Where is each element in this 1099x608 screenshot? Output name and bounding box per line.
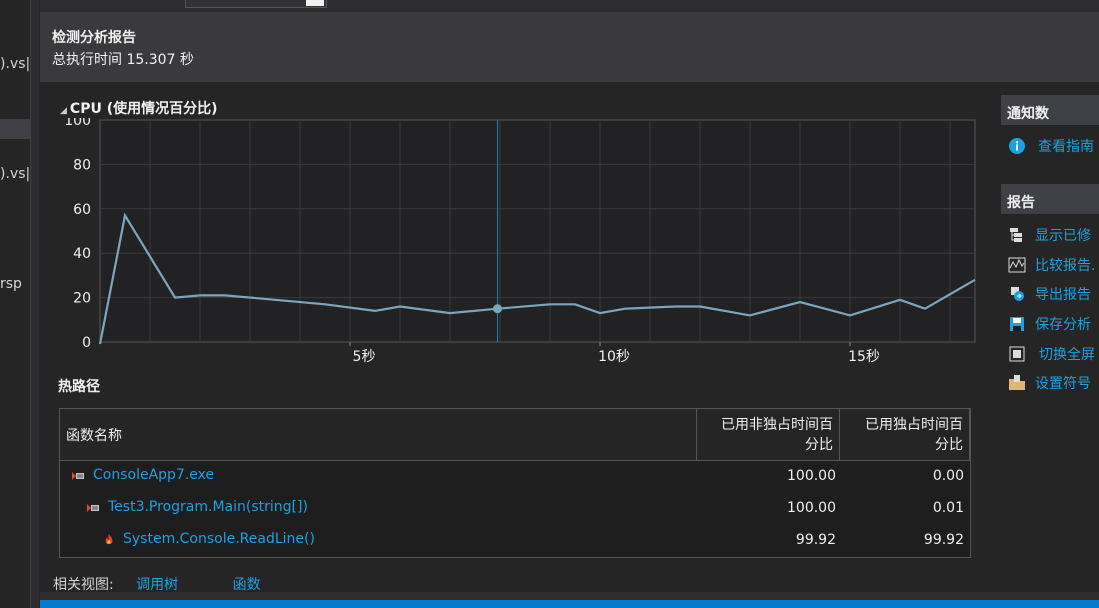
notifications-header[interactable]: 通知数 bbox=[1001, 95, 1099, 125]
hot-path-icon bbox=[72, 472, 84, 480]
function-name-link[interactable]: System.Console.ReadLine() bbox=[123, 531, 315, 547]
save-icon bbox=[1010, 317, 1024, 331]
splitter[interactable] bbox=[31, 0, 39, 608]
left-item-1[interactable]: ).vs| bbox=[0, 56, 30, 72]
toolbar bbox=[40, 0, 1099, 12]
report-header: 检测分析报告 总执行时间 15.307 秒 bbox=[40, 12, 1099, 82]
table-row[interactable]: Test3.Program.Main(string[]) 100.00 0.01 bbox=[60, 493, 970, 525]
symbol-folder-icon bbox=[1009, 375, 1025, 390]
column-header-inclusive[interactable]: 已用非独占时间百 分比 bbox=[697, 409, 840, 460]
hot-path-icon bbox=[87, 504, 99, 512]
hot-path-table: 函数名称 已用非独占时间百 分比 已用独占时间百 分比 ConsoleApp7.… bbox=[59, 408, 971, 558]
y-tick-label: 80 bbox=[73, 157, 91, 173]
report-header[interactable]: 报告 bbox=[1001, 184, 1099, 214]
column-header-exclusive-line2: 分比 bbox=[935, 436, 963, 453]
x-tick-label: 15秒 bbox=[848, 349, 880, 363]
function-name-link[interactable]: Test3.Program.Main(string[]) bbox=[108, 499, 308, 515]
status-bar bbox=[40, 592, 1099, 608]
cpu-usage-chart[interactable]: 0 20 40 60 80 100 5秒 10秒 15秒 bbox=[55, 118, 980, 363]
status-bar-accent bbox=[40, 600, 1099, 608]
x-tick-label: 5秒 bbox=[353, 349, 376, 363]
inclusive-percent: 99.92 bbox=[795, 532, 836, 548]
column-header-inclusive-line1: 已用非独占时间百 bbox=[721, 416, 833, 433]
table-header: 函数名称 已用非独占时间百 分比 已用独占时间百 分比 bbox=[60, 409, 970, 461]
table-row[interactable]: ConsoleApp7.exe 100.00 0.00 bbox=[60, 461, 970, 493]
y-tick-label: 40 bbox=[73, 246, 91, 262]
toolbar-dropdown-button[interactable] bbox=[306, 0, 324, 6]
right-panel: 通知数 查看指南 报告 显示已修 比较报告. 导出报告 保存分析 切换全屏 设置… bbox=[1000, 82, 1099, 592]
exclusive-percent: 99.92 bbox=[923, 532, 964, 548]
toggle-fullscreen-link[interactable]: 切换全屏 bbox=[1000, 343, 1099, 365]
x-tick-label: 10秒 bbox=[598, 349, 630, 363]
functions-link[interactable]: 函数 bbox=[233, 577, 261, 593]
trimmed-calltree-icon bbox=[1010, 228, 1022, 242]
plot-area bbox=[99, 119, 976, 343]
y-tick-label: 60 bbox=[73, 202, 91, 218]
inclusive-percent: 100.00 bbox=[787, 500, 836, 516]
toggle-fullscreen-label[interactable]: 切换全屏 bbox=[1039, 344, 1095, 364]
save-analysis-label[interactable]: 保存分析 bbox=[1035, 314, 1091, 334]
column-header-exclusive-line1: 已用独占时间百 bbox=[865, 416, 963, 433]
cpu-section-title[interactable]: ◢ CPU (使用情况百分比) bbox=[60, 98, 218, 118]
y-tick-label: 0 bbox=[82, 335, 91, 351]
info-icon bbox=[1009, 138, 1025, 154]
exclusive-percent: 0.01 bbox=[932, 500, 964, 516]
compare-reports-link[interactable]: 比较报告. bbox=[1000, 254, 1099, 276]
selected-item-highlight bbox=[0, 119, 30, 139]
cursor-data-point bbox=[493, 304, 502, 314]
report-title: 检测分析报告 bbox=[52, 30, 136, 46]
export-report-link[interactable]: 导出报告 bbox=[1000, 283, 1099, 305]
export-report-label[interactable]: 导出报告 bbox=[1035, 284, 1091, 304]
view-guide-link[interactable]: 查看指南 bbox=[1000, 135, 1099, 157]
left-item-3[interactable]: rsp bbox=[0, 276, 30, 292]
hot-path-title: 热路径 bbox=[58, 379, 100, 395]
solution-explorer-strip: ).vs| ).vs| rsp bbox=[0, 0, 31, 608]
exclusive-percent: 0.00 bbox=[932, 468, 964, 484]
related-views-label: 相关视图: bbox=[53, 577, 114, 593]
fullscreen-icon bbox=[1009, 346, 1025, 362]
cpu-title-label: CPU (使用情况百分比) bbox=[69, 101, 218, 117]
show-trimmed-label[interactable]: 显示已修 bbox=[1035, 225, 1091, 245]
y-tick-label: 20 bbox=[73, 291, 91, 307]
table-row[interactable]: System.Console.ReadLine() 99.92 99.92 bbox=[60, 525, 970, 557]
related-views: 相关视图: 调用树 函数 bbox=[53, 574, 261, 594]
flame-icon bbox=[105, 533, 113, 545]
set-symbols-label[interactable]: 设置符号 bbox=[1035, 373, 1091, 393]
call-tree-link[interactable]: 调用树 bbox=[136, 577, 178, 593]
total-execution-time: 总执行时间 15.307 秒 bbox=[52, 52, 194, 68]
compare-icon bbox=[1008, 257, 1026, 273]
collapse-triangle-icon[interactable]: ◢ bbox=[60, 106, 67, 116]
function-name-link[interactable]: ConsoleApp7.exe bbox=[93, 467, 214, 483]
set-symbols-link[interactable]: 设置符号 bbox=[1000, 372, 1099, 394]
compare-reports-label[interactable]: 比较报告. bbox=[1035, 255, 1095, 275]
y-tick-label: 100 bbox=[64, 118, 91, 129]
column-header-exclusive[interactable]: 已用独占时间百 分比 bbox=[840, 409, 970, 460]
save-analysis-link[interactable]: 保存分析 bbox=[1000, 313, 1099, 335]
export-icon bbox=[1011, 287, 1024, 301]
inclusive-percent: 100.00 bbox=[787, 468, 836, 484]
view-guide-label[interactable]: 查看指南 bbox=[1038, 136, 1094, 156]
column-header-inclusive-line2: 分比 bbox=[805, 436, 833, 453]
left-item-2[interactable]: ).vs| bbox=[0, 166, 30, 182]
column-header-function-name[interactable]: 函数名称 bbox=[60, 409, 697, 460]
show-trimmed-calltree-link[interactable]: 显示已修 bbox=[1000, 224, 1099, 246]
